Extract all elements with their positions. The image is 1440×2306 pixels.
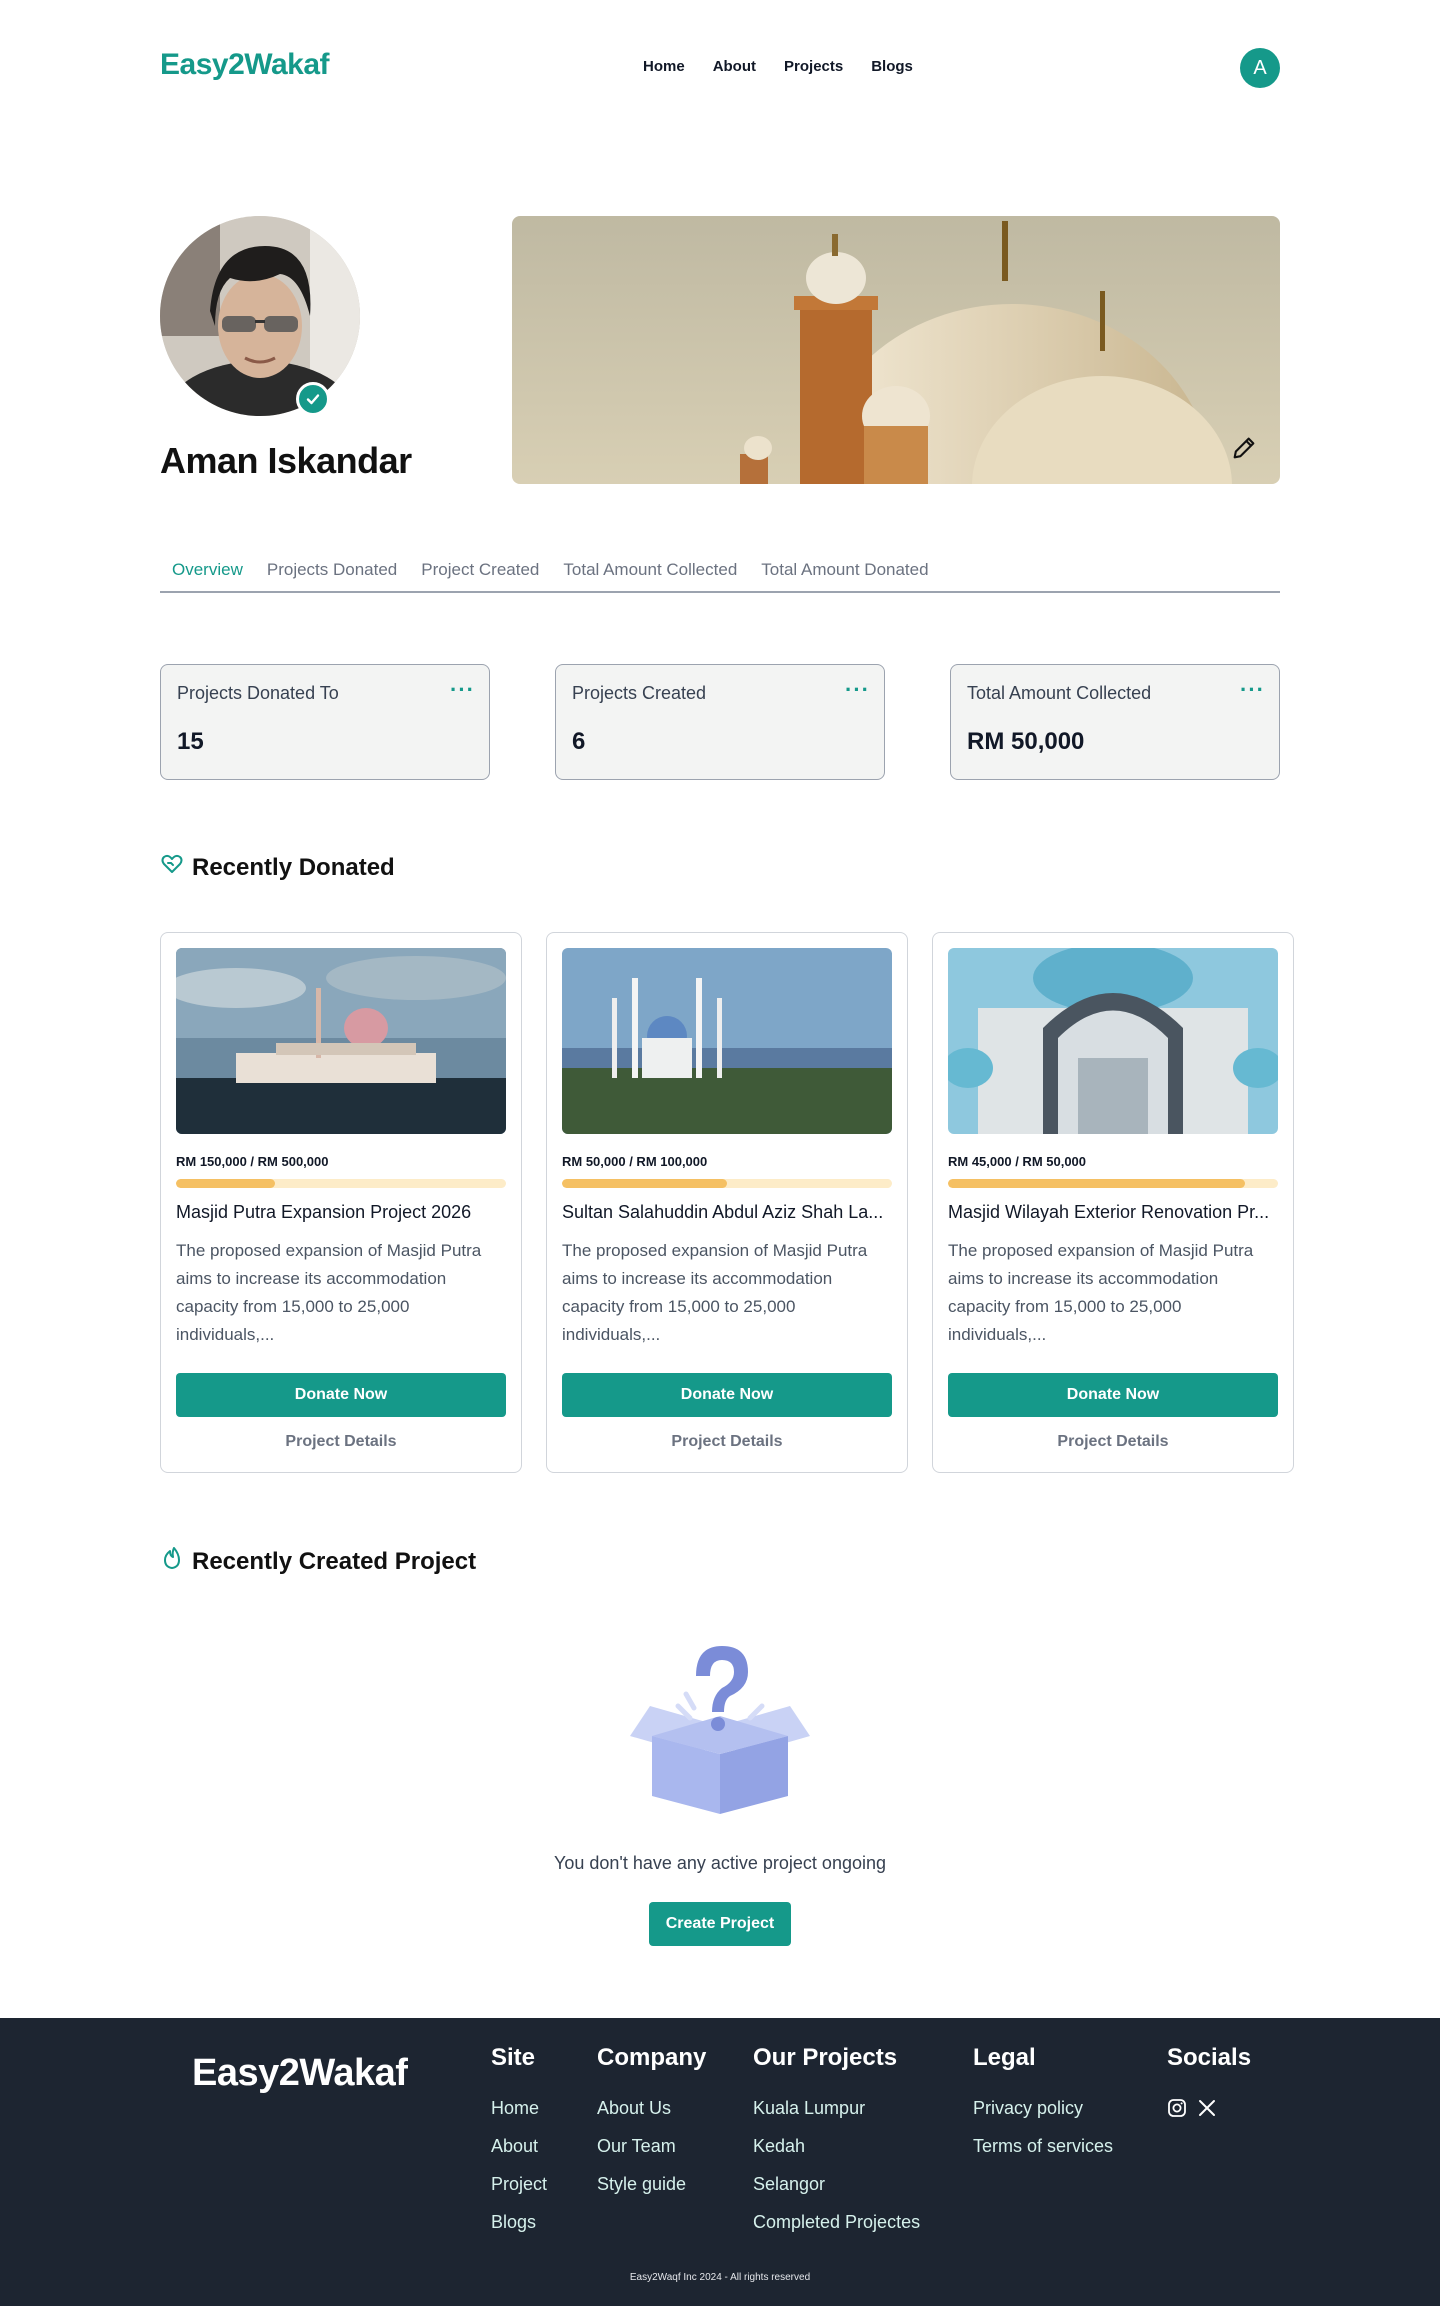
project-description: The proposed expansion of Masjid Putra a… [176, 1241, 482, 1344]
nav-home[interactable]: Home [643, 58, 685, 75]
stat-value: 6 [572, 728, 586, 755]
more-options-icon[interactable]: ··· [450, 677, 475, 703]
create-project-button[interactable]: Create Project [649, 1902, 791, 1946]
stat-card-projects-created: Projects Created 6 ··· [555, 664, 885, 780]
footer-link-kedah[interactable]: Kedah [753, 2136, 920, 2157]
footer-heading: Company [597, 2044, 707, 2071]
funding-progress-bar [562, 1179, 892, 1188]
more-options-icon[interactable]: ··· [845, 677, 870, 703]
site-footer: Easy2Wakaf Site Home About Project Blogs… [0, 2018, 1440, 2306]
footer-heading: Our Projects [753, 2044, 898, 2071]
nav-blogs[interactable]: Blogs [871, 58, 913, 75]
footer-column-socials: Socials [1167, 2044, 1251, 2123]
instagram-icon[interactable] [1167, 2098, 1187, 2123]
funding-progress-bar [948, 1179, 1278, 1188]
footer-link-about[interactable]: About [491, 2136, 547, 2157]
footer-link-completed-projects[interactable]: Completed Projectes [753, 2212, 920, 2233]
project-image [562, 948, 892, 1134]
tab-overview[interactable]: Overview [160, 560, 255, 591]
footer-link-our-team[interactable]: Our Team [597, 2136, 706, 2157]
profile-tabs: Overview Projects Donated Project Create… [160, 560, 1280, 593]
project-description: The proposed expansion of Masjid Putra a… [948, 1241, 1254, 1344]
donate-now-button[interactable]: Donate Now [948, 1373, 1278, 1417]
footer-link-kuala-lumpur[interactable]: Kuala Lumpur [753, 2098, 920, 2119]
profile-name: Aman Iskandar [160, 440, 412, 481]
footer-heading: Site [491, 2044, 536, 2071]
project-image [948, 948, 1278, 1134]
footer-logo[interactable]: Easy2Wakaf [192, 2052, 408, 2095]
project-amount: RM 45,000 / RM 50,000 [948, 1154, 1087, 1169]
recently-donated-heading: Recently Donated [160, 852, 395, 883]
user-avatar-button[interactable]: A [1240, 48, 1280, 88]
social-links [1167, 2098, 1251, 2123]
stat-card-projects-donated: Projects Donated To 15 ··· [160, 664, 490, 780]
donate-now-button[interactable]: Donate Now [176, 1373, 506, 1417]
project-amount: RM 150,000 / RM 500,000 [176, 1154, 329, 1169]
footer-column-site: Site Home About Project Blogs [491, 2044, 547, 2250]
tab-total-amount-donated[interactable]: Total Amount Donated [749, 560, 940, 591]
progress-fill [176, 1179, 275, 1188]
project-details-link[interactable]: Project Details [176, 1433, 506, 1451]
stat-label: Projects Donated To [177, 683, 339, 703]
funding-progress-bar [176, 1179, 506, 1188]
copyright-text: Easy2Waqf Inc 2024 - All rights reserved [629, 2272, 811, 2283]
profile-banner-image [512, 216, 1280, 484]
project-card: RM 45,000 / RM 50,000 Masjid Wilayah Ext… [932, 932, 1294, 1473]
donate-now-button[interactable]: Donate Now [562, 1373, 892, 1417]
project-details-link[interactable]: Project Details [562, 1433, 892, 1451]
footer-link-about-us[interactable]: About Us [597, 2098, 706, 2119]
stat-value: RM 50,000 [967, 728, 1085, 755]
project-title[interactable]: Masjid Putra Expansion Project 2026 [176, 1202, 506, 1223]
stat-label: Total Amount Collected [967, 683, 1152, 703]
footer-column-projects: Our Projects Kuala Lumpur Kedah Selangor… [753, 2044, 920, 2250]
progress-fill [948, 1179, 1245, 1188]
recently-created-heading: Recently Created Project [160, 1546, 476, 1577]
verified-badge-icon [296, 382, 330, 416]
tab-total-amount-collected[interactable]: Total Amount Collected [551, 560, 749, 591]
project-card: RM 50,000 / RM 100,000 Sultan Salahuddin… [546, 932, 908, 1473]
footer-link-privacy-policy[interactable]: Privacy policy [973, 2098, 1113, 2119]
empty-box-question-icon [630, 1636, 810, 1816]
edit-banner-icon[interactable] [1230, 434, 1258, 462]
profile-photo [160, 216, 360, 416]
footer-link-project[interactable]: Project [491, 2174, 547, 2195]
main-nav: Home About Projects Blogs [643, 58, 941, 75]
flame-icon [160, 1546, 184, 1577]
empty-state-message: You don't have any active project ongoin… [553, 1853, 886, 1873]
project-details-link[interactable]: Project Details [948, 1433, 1278, 1451]
top-nav: Easy2Wakaf Home About Projects Blogs A [0, 0, 1440, 136]
project-title[interactable]: Masjid Wilayah Exterior Renovation Pr... [948, 1202, 1278, 1223]
footer-link-selangor[interactable]: Selangor [753, 2174, 920, 2195]
footer-link-blogs[interactable]: Blogs [491, 2212, 547, 2233]
tab-projects-donated[interactable]: Projects Donated [255, 560, 409, 591]
section-title: Recently Created Project [192, 1547, 477, 1575]
project-description: The proposed expansion of Masjid Putra a… [562, 1241, 868, 1344]
more-options-icon[interactable]: ··· [1240, 677, 1265, 703]
stat-card-total-collected: Total Amount Collected RM 50,000 ··· [950, 664, 1280, 780]
nav-projects[interactable]: Projects [784, 58, 843, 75]
progress-fill [562, 1179, 727, 1188]
project-card: RM 150,000 / RM 500,000 Masjid Putra Exp… [160, 932, 522, 1473]
project-title[interactable]: Sultan Salahuddin Abdul Aziz Shah La... [562, 1202, 892, 1223]
nav-about[interactable]: About [713, 58, 756, 75]
x-icon[interactable] [1197, 2098, 1217, 2123]
site-logo[interactable]: Easy2Wakaf [160, 48, 330, 82]
footer-heading: Legal [973, 2044, 1036, 2071]
project-image [176, 948, 506, 1134]
footer-link-home[interactable]: Home [491, 2098, 547, 2119]
heart-hand-icon [160, 852, 184, 883]
section-title: Recently Donated [192, 853, 395, 881]
project-amount: RM 50,000 / RM 100,000 [562, 1154, 708, 1169]
footer-heading: Socials [1167, 2044, 1252, 2071]
stat-value: 15 [177, 728, 204, 755]
stat-label: Projects Created [572, 683, 707, 703]
footer-column-legal: Legal Privacy policy Terms of services [973, 2044, 1113, 2174]
footer-column-company: Company About Us Our Team Style guide [597, 2044, 706, 2212]
tab-project-created[interactable]: Project Created [409, 560, 551, 591]
footer-link-terms[interactable]: Terms of services [973, 2136, 1113, 2157]
footer-link-style-guide[interactable]: Style guide [597, 2174, 706, 2195]
profile-header: Aman Iskandar [0, 136, 1440, 484]
